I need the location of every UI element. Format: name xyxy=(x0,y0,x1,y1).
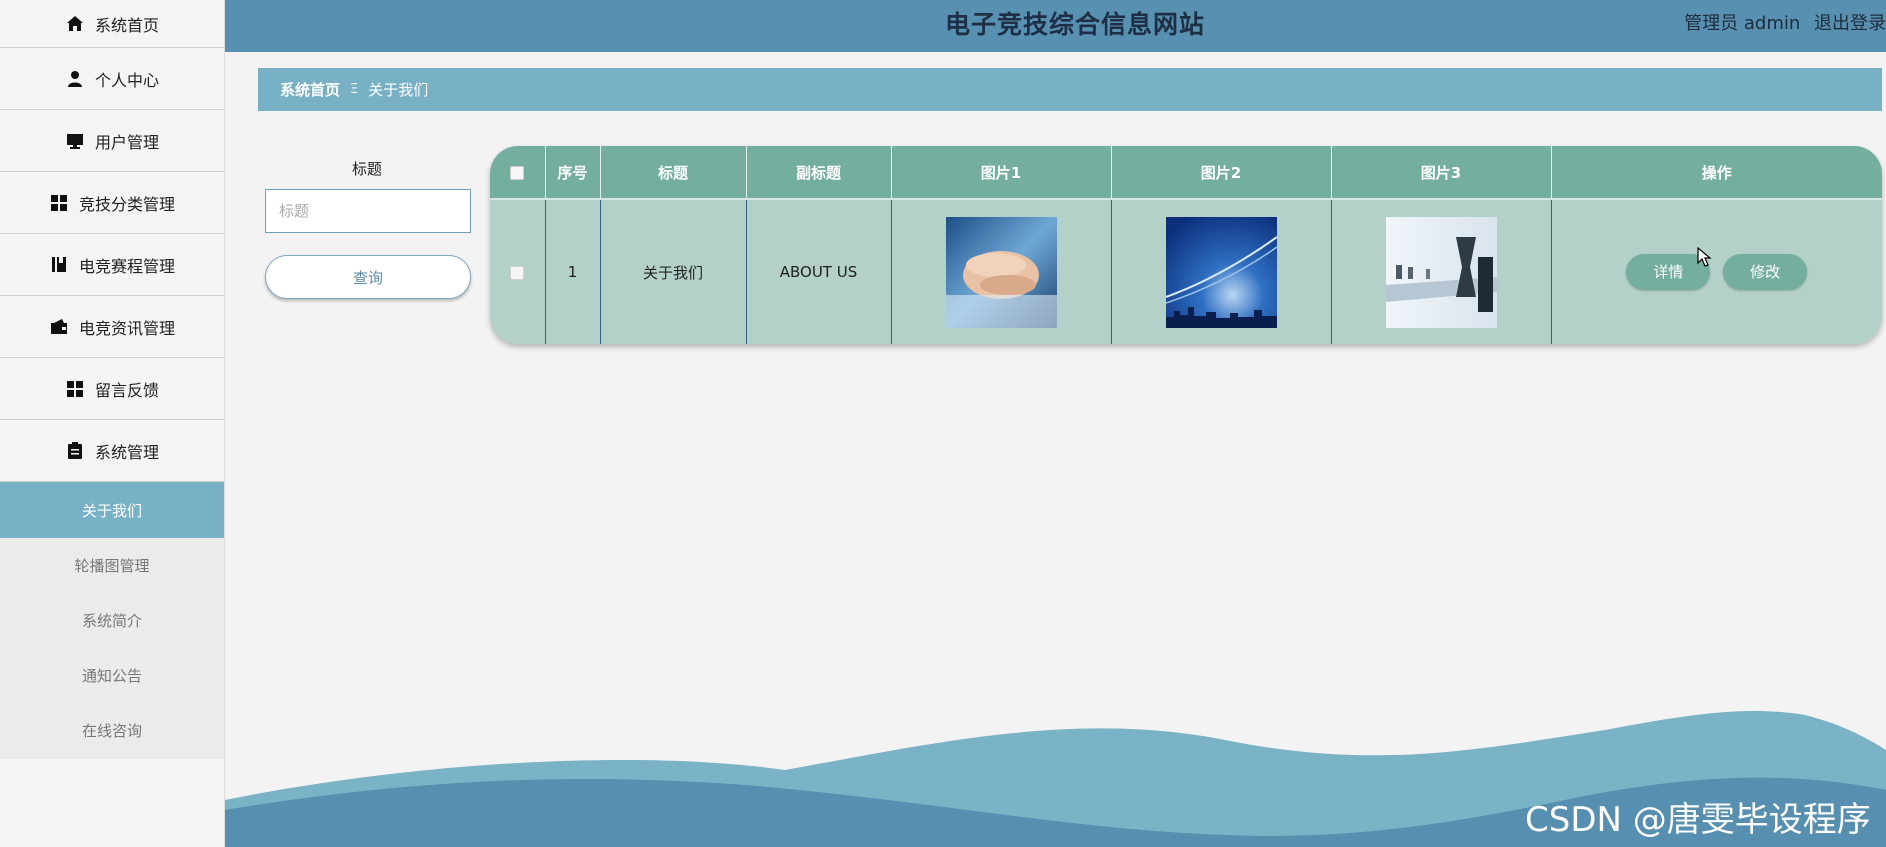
sidebar-item-label: 电竞资讯管理 xyxy=(78,318,175,338)
sidebar-subitem-consult[interactable]: 在线咨询 xyxy=(0,703,224,758)
row-checkbox[interactable] xyxy=(510,265,525,280)
sidebar: 系统首页 个人中心 用户管理 竞技分类管理 电竞赛程管理 电竞资讯管理 留言反馈… xyxy=(0,0,225,847)
row-title: 关于我们 xyxy=(600,199,747,344)
breadcrumb-current: 关于我们 xyxy=(368,81,429,99)
sidebar-item-label: 个人中心 xyxy=(94,70,159,90)
table-row: 1 关于我们 ABOUT US 详情 修改 xyxy=(490,199,1882,344)
sidebar-item-label: 系统管理 xyxy=(94,442,159,462)
sidebar-item-label: 留言反馈 xyxy=(94,380,159,400)
table-header-row: 序号 标题 副标题 图片1 图片2 图片3 操作 xyxy=(490,146,1882,200)
grid-icon xyxy=(65,380,85,398)
mouse-cursor-icon xyxy=(1697,247,1712,267)
sidebar-subitem-carousel[interactable]: 轮播图管理 xyxy=(0,538,224,593)
user-area: 管理员 admin 退出登录 xyxy=(1676,9,1886,35)
wallet-icon xyxy=(49,318,69,336)
monitor-icon xyxy=(65,132,85,150)
sidebar-item-personal[interactable]: 个人中心 xyxy=(0,48,224,110)
admin-user-label: 管理员 admin xyxy=(1684,13,1801,34)
book-icon xyxy=(49,256,69,274)
title-search-input[interactable] xyxy=(265,189,471,233)
blue-abstract-city-image[interactable] xyxy=(1165,216,1277,328)
column-header: 图片1 xyxy=(891,146,1112,200)
meeting-room-hourglass-image[interactable] xyxy=(1385,216,1497,328)
sidebar-item-label: 竞技分类管理 xyxy=(78,194,175,214)
stacked-hands-image[interactable] xyxy=(945,216,1057,328)
clipboard-icon xyxy=(65,442,85,460)
breadcrumb-home[interactable]: 系统首页 xyxy=(280,79,340,100)
search-label: 标题 xyxy=(352,160,383,178)
sidebar-item-system[interactable]: 系统管理 xyxy=(0,420,224,482)
column-header: 标题 xyxy=(600,146,747,200)
row-subtitle: ABOUT US xyxy=(746,199,892,344)
csdn-watermark: CSDN @唐雯毕设程序 xyxy=(1525,800,1871,840)
sidebar-item-feedback[interactable]: 留言反馈 xyxy=(0,358,224,420)
sidebar-subitem-label: 关于我们 xyxy=(81,501,142,520)
home-icon xyxy=(65,15,85,33)
sidebar-item-label: 电竞赛程管理 xyxy=(78,256,175,276)
grid-icon xyxy=(49,194,69,212)
sidebar-item-category[interactable]: 竞技分类管理 xyxy=(0,172,224,234)
sidebar-item-label: 用户管理 xyxy=(94,132,159,152)
sidebar-subitem-about[interactable]: 关于我们 xyxy=(0,482,224,538)
select-all-checkbox[interactable] xyxy=(510,165,525,180)
column-header: 序号 xyxy=(545,146,601,200)
column-header: 图片3 xyxy=(1331,146,1552,200)
image3-cell xyxy=(1331,199,1552,344)
sidebar-subitem-notice[interactable]: 通知公告 xyxy=(0,648,224,703)
row-select-cell xyxy=(490,199,546,344)
query-button[interactable]: 查询 xyxy=(265,255,471,299)
data-table: 序号 标题 副标题 图片1 图片2 图片3 操作 1 关于我们 ABOUT US xyxy=(490,146,1882,344)
column-header: 操作 xyxy=(1551,146,1882,200)
column-header: 图片2 xyxy=(1111,146,1332,200)
sidebar-item-schedule[interactable]: 电竞赛程管理 xyxy=(0,234,224,296)
sidebar-item-users[interactable]: 用户管理 xyxy=(0,110,224,172)
image2-cell xyxy=(1111,199,1332,344)
image1-cell xyxy=(891,199,1112,344)
select-all-cell xyxy=(490,146,546,200)
site-title: 电子竞技综合信息网站 xyxy=(945,10,1206,39)
row-actions: 详情 修改 xyxy=(1551,199,1882,344)
edit-button[interactable]: 修改 xyxy=(1723,254,1808,290)
breadcrumb: 系统首页 Ξ 关于我们 xyxy=(258,68,1882,111)
person-icon xyxy=(65,70,85,88)
sidebar-item-news[interactable]: 电竞资讯管理 xyxy=(0,296,224,358)
breadcrumb-separator: Ξ xyxy=(350,82,359,97)
sidebar-item-home[interactable]: 系统首页 xyxy=(0,0,224,48)
sidebar-item-label: 系统首页 xyxy=(94,15,159,35)
sidebar-subitem-intro[interactable]: 系统简介 xyxy=(0,593,224,648)
top-header: 电子竞技综合信息网站 管理员 admin 退出登录 xyxy=(225,0,1886,52)
logout-link[interactable]: 退出登录 xyxy=(1814,13,1886,34)
column-header: 副标题 xyxy=(746,146,892,200)
sidebar-submenu: 轮播图管理 系统简介 通知公告 在线咨询 xyxy=(0,538,224,759)
row-index: 1 xyxy=(545,199,601,344)
